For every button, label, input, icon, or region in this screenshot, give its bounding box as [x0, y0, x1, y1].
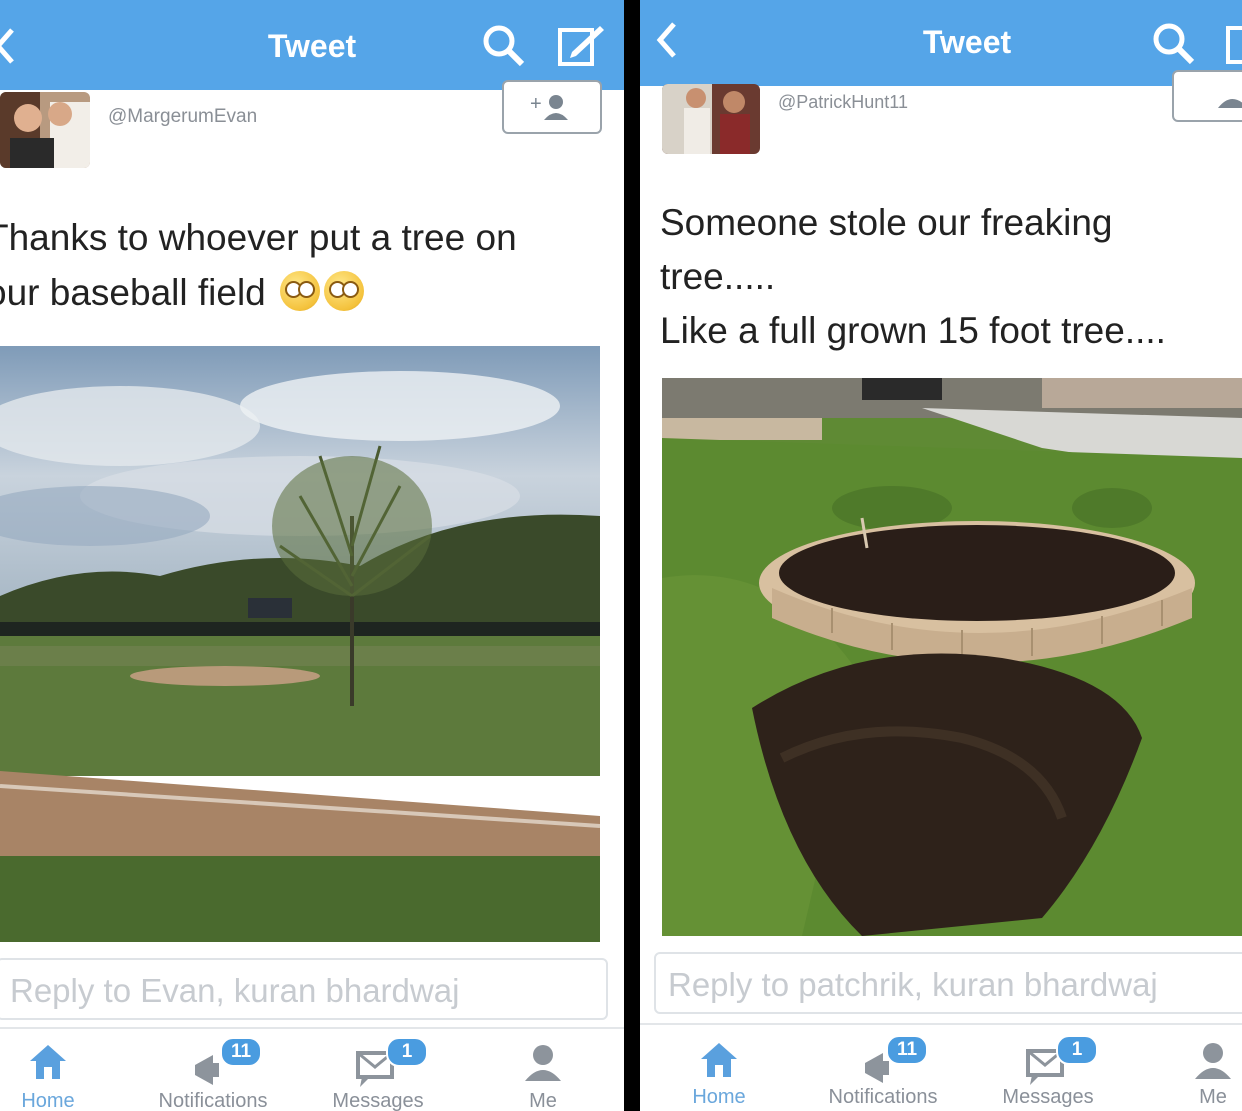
messages-badge: 1: [1056, 1035, 1098, 1065]
messages-badge: 1: [386, 1037, 428, 1067]
compose-icon[interactable]: [1224, 20, 1242, 71]
search-icon[interactable]: [1150, 20, 1196, 71]
tab-label: Home: [21, 1090, 75, 1111]
tab-label: Me: [529, 1090, 557, 1111]
nav-bar: Tweet: [0, 0, 624, 90]
reply-input[interactable]: Reply to Evan, kuran bhardwaj: [0, 958, 608, 1020]
search-icon[interactable]: [480, 22, 526, 73]
tab-notifications[interactable]: 11 Notifications: [138, 1029, 288, 1111]
tweet-text-line-with-emoji: our baseball field: [0, 265, 517, 320]
tab-label: Home: [692, 1086, 746, 1108]
nav-bar: Tweet: [640, 0, 1242, 86]
avatar[interactable]: [0, 92, 90, 168]
follow-button[interactable]: [1172, 70, 1242, 122]
tab-label: Notifications: [158, 1090, 268, 1111]
tab-label: Messages: [1002, 1086, 1094, 1108]
follow-icon: +: [530, 92, 576, 127]
tweet-photo[interactable]: [0, 346, 600, 942]
compose-icon[interactable]: [556, 22, 606, 73]
follow-icon: [1214, 80, 1242, 115]
tweet-text-line: Someone stole our freaking: [660, 202, 1113, 243]
flushed-face-emoji: [324, 271, 365, 311]
me-icon: [523, 1041, 563, 1090]
tweet-photo[interactable]: [662, 378, 1242, 936]
tab-label: Notifications: [828, 1086, 938, 1108]
tab-notifications[interactable]: 11 Notifications: [808, 1029, 958, 1111]
tab-me[interactable]: Me: [500, 1029, 586, 1111]
home-icon: [697, 1039, 741, 1084]
tweet-panel-left: Tweet @MargerumEvan + Thanks to whoever …: [0, 0, 624, 1111]
notifications-badge: 11: [886, 1035, 928, 1065]
reply-input[interactable]: Reply to patchrik, kuran bhardwaj: [654, 952, 1242, 1014]
tab-home[interactable]: Home: [0, 1029, 96, 1111]
tab-bar: Home 11 Notifications 1 Messages Me: [0, 1027, 624, 1111]
flushed-face-emoji: [280, 271, 321, 311]
user-handle[interactable]: @PatrickHunt11: [778, 92, 908, 113]
follow-button[interactable]: +: [502, 80, 602, 134]
tab-bar: Home 11 Notifications 1 Messages Me: [640, 1023, 1242, 1111]
svg-text:+: +: [530, 93, 542, 115]
tweet-text-line: Thanks to whoever put a tree on: [0, 217, 517, 258]
user-handle[interactable]: @MargerumEvan: [108, 106, 257, 128]
tab-me[interactable]: Me: [1180, 1029, 1242, 1111]
tweet-text-line: tree.....: [660, 256, 776, 297]
tweet-text: Thanks to whoever put a tree on our base…: [0, 210, 517, 320]
tweet-text: Someone stole our freaking tree..... Lik…: [660, 196, 1166, 358]
tweet-text-line: Like a full grown 15 foot tree....: [660, 310, 1166, 351]
reply-placeholder: Reply to Evan, kuran bhardwaj: [10, 972, 460, 1009]
me-icon: [1193, 1039, 1233, 1088]
notifications-badge: 11: [220, 1037, 262, 1067]
tab-messages[interactable]: 1 Messages: [986, 1029, 1110, 1111]
tab-label: Me: [1199, 1086, 1227, 1108]
tab-messages[interactable]: 1 Messages: [318, 1029, 438, 1111]
reply-placeholder: Reply to patchrik, kuran bhardwaj: [668, 966, 1158, 1003]
home-icon: [26, 1041, 70, 1086]
tab-home[interactable]: Home: [674, 1029, 764, 1111]
avatar[interactable]: [662, 84, 760, 154]
tweet-panel-right: Tweet @PatrickHunt11 Someone stole our f…: [640, 0, 1242, 1111]
tab-label: Messages: [332, 1090, 424, 1111]
tweet-text-line: our baseball field: [0, 272, 266, 313]
nav-title: Tweet: [267, 28, 357, 64]
